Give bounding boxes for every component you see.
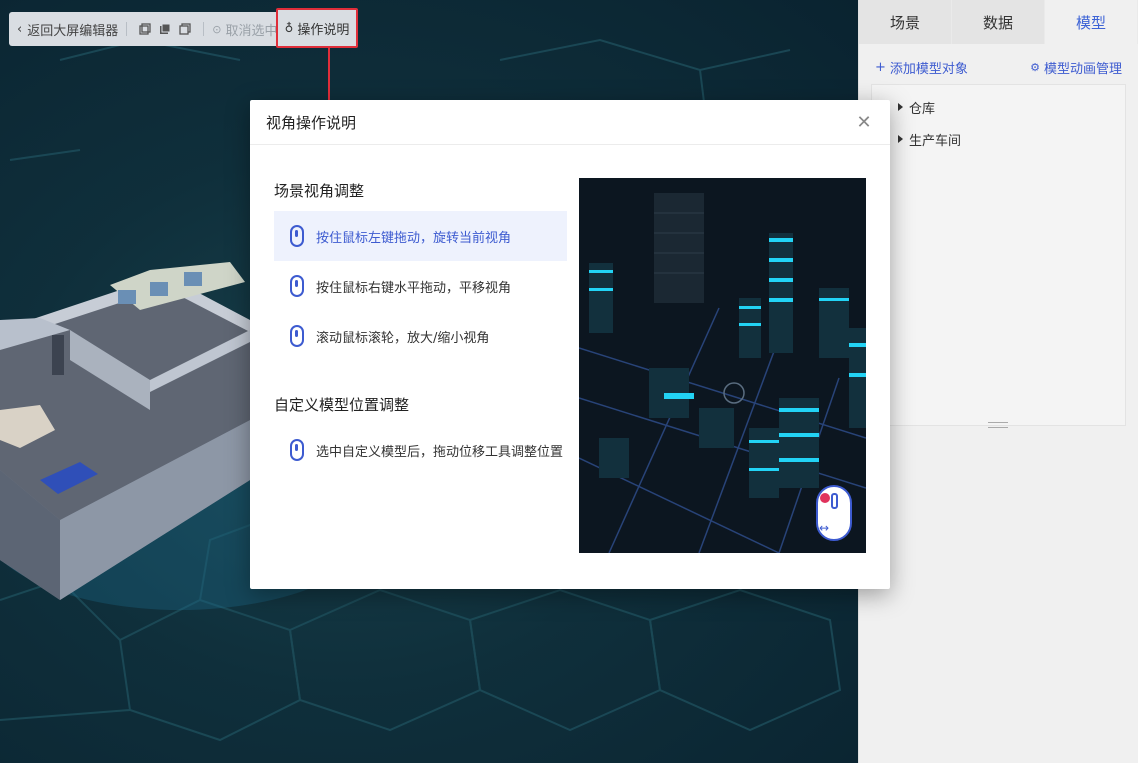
option-label: 按住鼠标左键拖动，旋转当前视角 xyxy=(316,230,512,246)
add-model-label: 添加模型对象 xyxy=(889,61,968,77)
chevron-left-icon: ‹ xyxy=(17,21,23,37)
option-rotate-view[interactable]: 按住鼠标左键拖动，旋转当前视角 xyxy=(274,211,567,261)
lightbulb-icon: ♁ xyxy=(284,21,294,35)
close-icon[interactable]: ✕ xyxy=(854,112,874,133)
layer-stack-icon[interactable] xyxy=(155,12,175,46)
option-label: 滚动鼠标滚轮，放大/缩小视角 xyxy=(316,330,490,346)
resize-handle[interactable] xyxy=(988,422,1008,428)
option-label: 选中自定义模型后，拖动位移工具调整位置 xyxy=(316,444,564,460)
help-label: 操作说明 xyxy=(297,22,350,38)
mouse-left-icon xyxy=(290,439,304,461)
annotation-arrow-line xyxy=(328,48,330,104)
tree-item-workshop[interactable]: 生产车间 xyxy=(872,123,1125,155)
panel-actions: + 添加模型对象 ⚙ 模型动画管理 xyxy=(859,50,1138,84)
tab-scene[interactable]: 场景 xyxy=(859,0,952,44)
mouse-wheel-icon xyxy=(290,325,304,347)
plus-icon: + xyxy=(875,59,886,75)
add-model-button[interactable]: + 添加模型对象 xyxy=(875,58,968,77)
option-move-model[interactable]: 选中自定义模型后，拖动位移工具调整位置 xyxy=(274,425,567,475)
tab-data[interactable]: 数据 xyxy=(952,0,1045,44)
tab-model[interactable]: 模型 xyxy=(1045,0,1138,44)
toolbar-divider xyxy=(126,22,128,36)
back-to-editor-button[interactable]: ‹ 返回大屏编辑器 xyxy=(17,12,118,46)
back-to-editor-label: 返回大屏编辑器 xyxy=(27,23,119,39)
option-label: 按住鼠标右键水平拖动，平移视角 xyxy=(316,280,512,296)
help-button[interactable]: ♁ 操作说明 xyxy=(276,8,358,48)
mouse-right-icon xyxy=(290,275,304,297)
section-title-model: 自定义模型位置调整 xyxy=(274,396,410,414)
deselect-label: 取消选中 xyxy=(225,23,278,39)
modal-title: 视角操作说明 xyxy=(266,113,357,132)
svg-text:↔: ↔ xyxy=(819,521,829,535)
tree-item-label: 仓库 xyxy=(909,101,936,117)
model-animation-button[interactable]: ⚙ 模型动画管理 xyxy=(1030,58,1122,77)
modal-header: 视角操作说明 ✕ xyxy=(250,100,890,145)
right-panel: 场景 数据 模型 + 添加模型对象 ⚙ 模型动画管理 仓库 生产车间 xyxy=(858,0,1138,763)
toolbar-divider xyxy=(203,22,205,36)
help-modal: 视角操作说明 ✕ 场景视角调整 按住鼠标左键拖动，旋转当前视角 按住鼠标右键水平… xyxy=(250,100,890,589)
caret-right-icon[interactable] xyxy=(898,135,903,143)
preview-image: ↔ xyxy=(579,178,866,553)
tree-item-warehouse[interactable]: 仓库 xyxy=(872,91,1125,123)
panel-tabs: 场景 数据 模型 xyxy=(859,0,1138,44)
section-title-view: 场景视角调整 xyxy=(274,182,365,200)
option-pan-view[interactable]: 按住鼠标右键水平拖动，平移视角 xyxy=(274,261,567,311)
gear-icon: ⚙ xyxy=(1030,60,1040,74)
model-tree: 仓库 生产车间 xyxy=(871,84,1126,426)
layer-down-icon[interactable] xyxy=(175,12,195,46)
option-zoom-view[interactable]: 滚动鼠标滚轮，放大/缩小视角 xyxy=(274,311,567,361)
deselect-button[interactable]: ⊙ 取消选中 xyxy=(212,12,277,46)
cancel-circle-icon: ⊙ xyxy=(212,22,222,36)
model-animation-label: 模型动画管理 xyxy=(1043,61,1122,77)
caret-right-icon[interactable] xyxy=(898,103,903,111)
layer-up-icon[interactable] xyxy=(135,12,155,46)
mouse-left-icon xyxy=(290,225,304,247)
tree-item-label: 生产车间 xyxy=(909,133,962,149)
